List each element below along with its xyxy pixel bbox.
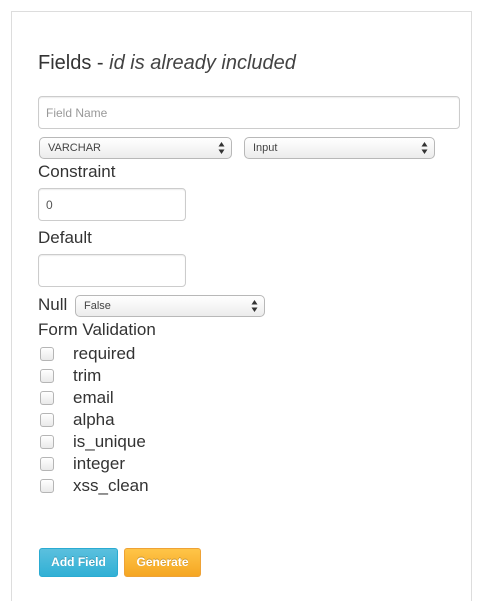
constraint-input[interactable] [38, 188, 186, 221]
validation-label: integer [73, 454, 125, 473]
alpha-checkbox[interactable] [40, 413, 54, 427]
xss-clean-checkbox[interactable] [40, 479, 54, 493]
updown-arrows-icon [218, 142, 225, 154]
input-type-select-value: Input [253, 142, 278, 154]
required-checkbox[interactable] [40, 347, 54, 361]
constraint-label: Constraint [38, 162, 116, 181]
default-input[interactable] [38, 254, 186, 287]
validation-label: required [73, 344, 136, 363]
is-unique-checkbox[interactable] [40, 435, 54, 449]
null-select[interactable]: False [75, 295, 265, 317]
input-type-select[interactable]: Input [244, 137, 435, 159]
updown-arrows-icon [421, 142, 428, 154]
validation-label: email [73, 388, 114, 407]
field-type-select-value: VARCHAR [48, 142, 101, 154]
fields-panel: Fields - id is already included VARCHAR … [11, 11, 472, 601]
null-label: Null [38, 295, 68, 314]
email-checkbox[interactable] [40, 391, 54, 405]
validation-label: alpha [73, 410, 115, 429]
integer-checkbox[interactable] [40, 457, 54, 471]
field-type-select[interactable]: VARCHAR [39, 137, 232, 159]
page-title-main: Fields - [38, 52, 110, 74]
validation-label: trim [73, 366, 102, 385]
form-validation-label: Form Validation [38, 320, 156, 339]
page-title: Fields - id is already included [38, 52, 296, 75]
validation-label: xss_clean [73, 476, 149, 495]
null-select-value: False [84, 300, 111, 312]
page-title-note: id is already included [109, 52, 296, 74]
add-field-button[interactable]: Add Field [39, 548, 118, 577]
trim-checkbox[interactable] [40, 369, 54, 383]
updown-arrows-icon [251, 300, 258, 312]
field-name-input[interactable] [38, 96, 460, 129]
generate-button[interactable]: Generate [124, 548, 201, 577]
validation-label: is_unique [73, 432, 146, 451]
default-label: Default [38, 228, 92, 247]
